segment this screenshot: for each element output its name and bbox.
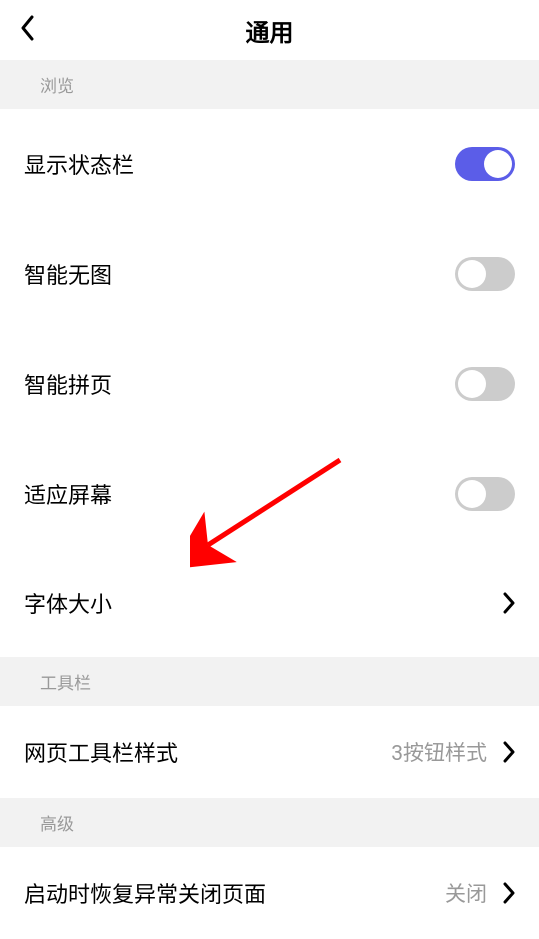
setting-label: 字体大小 <box>24 587 112 619</box>
toggle-knob <box>458 370 486 398</box>
chevron-right-icon <box>503 741 515 763</box>
toggle-smart-no-image[interactable] <box>455 257 515 291</box>
setting-label: 智能拼页 <box>24 368 112 400</box>
toggle-smart-paging[interactable] <box>455 367 515 401</box>
chevron-left-icon <box>20 15 34 41</box>
page-title: 通用 <box>246 13 294 48</box>
setting-row-restore-on-crash[interactable]: 启动时恢复异常关闭页面 关闭 <box>0 847 539 939</box>
header: 通用 <box>0 0 539 60</box>
section-header-advanced: 高级 <box>0 798 539 847</box>
setting-value: 3按钮样式 <box>391 737 487 767</box>
back-button[interactable] <box>20 15 34 45</box>
setting-label: 显示状态栏 <box>24 148 134 180</box>
setting-row-smart-no-image[interactable]: 智能无图 <box>0 219 539 329</box>
toggle-fit-screen[interactable] <box>455 477 515 511</box>
setting-label: 网页工具栏样式 <box>24 736 178 768</box>
toggle-knob <box>484 150 512 178</box>
toggle-knob <box>458 260 486 288</box>
setting-right: 关闭 <box>445 878 515 908</box>
setting-row-font-size[interactable]: 字体大小 <box>0 549 539 657</box>
toggle-knob <box>458 480 486 508</box>
setting-label: 智能无图 <box>24 258 112 290</box>
setting-right: 3按钮样式 <box>391 737 515 767</box>
setting-label: 适应屏幕 <box>24 478 112 510</box>
chevron-right-icon <box>503 882 515 904</box>
setting-row-fit-screen[interactable]: 适应屏幕 <box>0 439 539 549</box>
setting-row-web-toolbar-style[interactable]: 网页工具栏样式 3按钮样式 <box>0 706 539 798</box>
setting-row-status-bar[interactable]: 显示状态栏 <box>0 109 539 219</box>
setting-row-smart-paging[interactable]: 智能拼页 <box>0 329 539 439</box>
section-header-toolbar: 工具栏 <box>0 657 539 706</box>
setting-right <box>503 592 515 614</box>
setting-value: 关闭 <box>445 878 487 908</box>
toggle-status-bar[interactable] <box>455 147 515 181</box>
chevron-right-icon <box>503 592 515 614</box>
section-header-browse: 浏览 <box>0 60 539 109</box>
